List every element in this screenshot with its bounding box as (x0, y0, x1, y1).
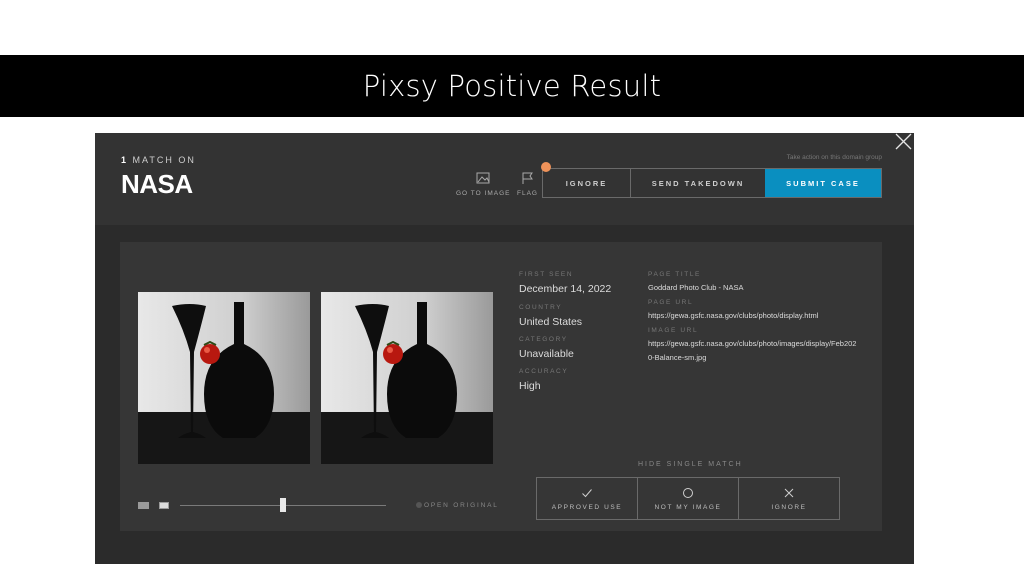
image-url-link[interactable]: https://gewa.gsfc.nasa.gov/clubs/photo/i… (648, 337, 858, 365)
page-url-link[interactable]: https://gewa.gsfc.nasa.gov/clubs/photo/d… (648, 309, 858, 323)
match-count-label: 1 MATCH ON (121, 155, 196, 165)
flag-label: FLAG (517, 190, 538, 197)
x-icon (784, 488, 794, 497)
not-my-image-label: NOT MY IMAGE (654, 503, 722, 511)
flag-icon (522, 172, 534, 184)
country-value: United States (519, 316, 583, 328)
slide-title: Pixsy Positive Result (362, 69, 662, 103)
match-card: FIRST SEEN December 14, 2022 COUNTRY Uni… (120, 242, 882, 531)
matched-image[interactable] (321, 292, 493, 464)
go-to-image-button[interactable]: GO TO IMAGE (456, 171, 510, 197)
accuracy-label: ACCURACY (519, 368, 569, 375)
page-url-label: PAGE URL (648, 299, 694, 306)
country-label: COUNTRY (519, 304, 563, 311)
ignore-match-label: IGNORE (771, 503, 807, 511)
side-by-side-view-toggle[interactable] (159, 502, 169, 509)
circle-icon (683, 487, 693, 498)
match-decision-group: APPROVED USE NOT MY IMAGE IGNORE (536, 477, 840, 520)
domain-action-group: IGNORE SEND TAKEDOWN SUBMIT CASE (542, 168, 882, 198)
category-label: CATEGORY (519, 336, 568, 343)
pixsy-match-panel: 1 MATCH ON NASA GO TO IMAGE FLAG Take ac… (95, 133, 914, 564)
check-icon (582, 488, 592, 497)
single-view-toggle[interactable] (138, 502, 149, 509)
submit-case-button[interactable]: SUBMIT CASE (765, 169, 881, 197)
compare-slider-thumb[interactable] (280, 498, 286, 512)
image-url-label: IMAGE URL (648, 327, 699, 334)
open-original-icon (416, 502, 422, 508)
close-icon[interactable] (892, 133, 914, 151)
ignore-button[interactable]: IGNORE (543, 169, 631, 197)
action-group-label: Take action on this domain group (786, 154, 882, 161)
send-takedown-button[interactable]: SEND TAKEDOWN (631, 169, 765, 197)
page-title-value: Goddard Photo Club - NASA (648, 283, 744, 292)
original-image[interactable] (138, 292, 310, 464)
match-count: 1 (121, 155, 129, 165)
open-original-link[interactable]: OPEN ORIGINAL (416, 502, 499, 509)
page-title-label: PAGE TITLE (648, 271, 701, 278)
first-seen-value: December 14, 2022 (519, 283, 612, 295)
ignore-match-button[interactable]: IGNORE (738, 478, 839, 519)
image-icon (476, 172, 490, 184)
approved-use-button[interactable]: APPROVED USE (537, 478, 637, 519)
approved-use-label: APPROVED USE (551, 503, 623, 511)
notification-dot (541, 162, 551, 172)
site-name: NASA (121, 169, 193, 199)
slide-title-bar: Pixsy Positive Result (0, 55, 1024, 117)
match-on-text: MATCH ON (132, 155, 196, 165)
match-header: 1 MATCH ON NASA GO TO IMAGE FLAG Take ac… (95, 133, 914, 225)
go-to-image-label: GO TO IMAGE (456, 190, 511, 197)
first-seen-label: FIRST SEEN (519, 271, 574, 278)
hide-single-match-link[interactable]: HIDE SINGLE MATCH (638, 461, 743, 468)
category-value: Unavailable (519, 348, 574, 360)
accuracy-value: High (519, 380, 541, 392)
flag-button[interactable]: FLAG (517, 171, 538, 197)
open-original-label: OPEN ORIGINAL (424, 502, 499, 509)
not-my-image-button[interactable]: NOT MY IMAGE (637, 478, 738, 519)
